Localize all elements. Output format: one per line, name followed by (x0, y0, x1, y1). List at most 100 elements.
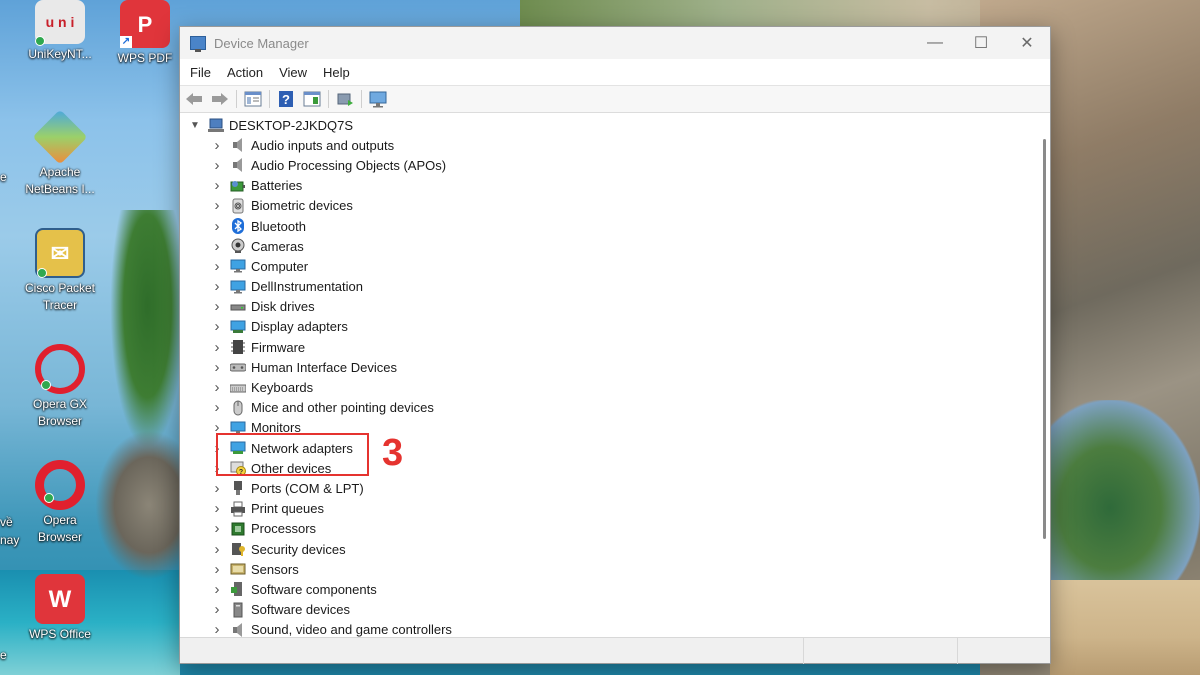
tree-item-keyboards[interactable]: › Keyboards (180, 377, 1042, 397)
desktop-icon-cisco[interactable]: ✉ Cisco Packet Tracer (22, 228, 98, 314)
help-icon[interactable]: ? (276, 89, 296, 109)
scrollbar-thumb[interactable] (1043, 139, 1046, 539)
tree-item-label: DellInstrumentation (251, 279, 363, 295)
minimize-button[interactable]: — (912, 27, 958, 59)
expand-chevron-icon[interactable]: › (210, 480, 224, 497)
desktop-icon-unikey[interactable]: u n i UniKeyNT... (22, 0, 98, 63)
tree-item-processors[interactable]: › Processors (180, 519, 1042, 539)
menu-file[interactable]: File (182, 65, 219, 80)
camera-icon (230, 238, 246, 254)
expand-chevron-icon[interactable]: › (210, 520, 224, 537)
firmware-icon (230, 339, 246, 355)
background-cave (1050, 400, 1200, 580)
highlight-box (216, 433, 369, 476)
tree-item-human-interface-devices[interactable]: › Human Interface Devices (180, 357, 1042, 377)
tree-item-display-adapters[interactable]: › Display adapters (180, 317, 1042, 337)
expand-chevron-icon[interactable]: › (210, 601, 224, 618)
update-driver-icon[interactable] (335, 89, 355, 109)
desktop-partial-label: e (0, 170, 7, 184)
menu-action[interactable]: Action (219, 65, 271, 80)
expand-chevron-icon[interactable]: › (210, 177, 224, 194)
tree-item-disk-drives[interactable]: › Disk drives (180, 297, 1042, 317)
security-icon (230, 541, 246, 557)
port-icon (230, 480, 246, 496)
expand-chevron-icon[interactable]: › (210, 621, 224, 638)
tree-item-batteries[interactable]: › Batteries (180, 176, 1042, 196)
tree-item-computer[interactable]: › Computer (180, 256, 1042, 276)
vertical-scrollbar[interactable] (1040, 115, 1050, 639)
expand-chevron-icon[interactable]: › (210, 238, 224, 255)
expand-chevron-icon[interactable]: › (210, 137, 224, 154)
expand-chevron-icon[interactable]: › (210, 258, 224, 275)
expand-chevron-icon[interactable]: › (210, 278, 224, 295)
tree-item-software-devices[interactable]: › Software devices (180, 600, 1042, 620)
desktop-icon-netbeans[interactable]: Apache NetBeans I... (22, 109, 98, 198)
speaker-icon (230, 157, 246, 173)
keyboard-icon (229, 380, 247, 396)
computer-name: DESKTOP-2JKDQ7S (229, 117, 354, 133)
menu-view[interactable]: View (271, 65, 315, 80)
tree-item-mice-and-other-pointing-devices[interactable]: › Mice and other pointing devices (180, 398, 1042, 418)
title-bar[interactable]: Device Manager — ☐ ✕ (180, 27, 1050, 59)
desktop-icon-wps-office[interactable]: W WPS Office (22, 574, 98, 643)
tree-item-label: Bluetooth (251, 218, 306, 234)
view-pane-icon[interactable] (302, 89, 322, 109)
device-tree: ▼ DESKTOP-2JKDQ7S › Audio inputs and outp… (180, 115, 1042, 639)
collapse-chevron-icon[interactable]: ▼ (188, 120, 202, 131)
tree-item-audio-inputs-and-outputs[interactable]: › Audio inputs and outputs (180, 135, 1042, 155)
back-icon[interactable] (184, 89, 204, 109)
tree-root[interactable]: ▼ DESKTOP-2JKDQ7S (180, 115, 1042, 135)
scan-hardware-icon[interactable] (368, 89, 388, 109)
desktop-icon-opera[interactable]: Opera Browser (22, 460, 98, 546)
expand-chevron-icon[interactable]: › (210, 339, 224, 356)
expand-chevron-icon[interactable]: › (210, 399, 224, 416)
properties-grid-icon[interactable] (243, 89, 263, 109)
maximize-button[interactable]: ☐ (958, 27, 1004, 59)
speaker-icon (230, 137, 246, 153)
opera-gx-icon (35, 344, 85, 394)
forward-icon[interactable] (210, 89, 230, 109)
expand-chevron-icon[interactable]: › (210, 298, 224, 315)
tree-item-bluetooth[interactable]: › Bluetooth (180, 216, 1042, 236)
menu-help[interactable]: Help (315, 65, 358, 80)
expand-chevron-icon[interactable]: › (210, 197, 224, 214)
tree-item-firmware[interactable]: › Firmware (180, 337, 1042, 357)
speaker-icon (230, 622, 246, 638)
tree-item-label: Software devices (251, 602, 350, 618)
device-manager-window: Device Manager — ☐ ✕ File Action View He… (179, 26, 1051, 664)
tree-item-dellinstrumentation[interactable]: › DellInstrumentation (180, 277, 1042, 297)
tree-item-biometric-devices[interactable]: › Biometric devices (180, 196, 1042, 216)
tree-item-security-devices[interactable]: › Security devices (180, 539, 1042, 559)
monitor-icon (230, 258, 246, 274)
expand-chevron-icon[interactable]: › (210, 359, 224, 376)
tree-item-print-queues[interactable]: › Print queues (180, 499, 1042, 519)
desktop-icon-label: Apache NetBeans I... (25, 165, 95, 196)
close-button[interactable]: ✕ (1004, 27, 1050, 59)
desktop-icon-label: Cisco Packet Tracer (24, 281, 96, 312)
tree-item-cameras[interactable]: › Cameras (180, 236, 1042, 256)
tree-item-label: Computer (251, 258, 309, 274)
desktop-icon-opera-gx[interactable]: Opera GX Browser (22, 344, 98, 430)
expand-chevron-icon[interactable]: › (210, 581, 224, 598)
tree-item-label: Firmware (251, 339, 306, 355)
expand-chevron-icon[interactable]: › (210, 157, 224, 174)
tree-item-ports-com-lpt[interactable]: › Ports (COM & LPT) (180, 478, 1042, 498)
tree-item-software-components[interactable]: › Software components (180, 579, 1042, 599)
expand-chevron-icon[interactable]: › (210, 561, 224, 578)
tree-item-label: Mice and other pointing devices (251, 400, 434, 416)
tree-item-label: Audio Processing Objects (APOs) (251, 157, 447, 173)
tree-item-label: Security devices (251, 541, 346, 557)
display-adapter-icon (230, 319, 246, 335)
expand-chevron-icon[interactable]: › (210, 318, 224, 335)
expand-chevron-icon[interactable]: › (210, 379, 224, 396)
tree-item-label: Cameras (251, 238, 304, 254)
processor-icon (230, 521, 246, 537)
desktop-icon-wps-pdf[interactable]: P ↗ WPS PDF (107, 0, 183, 67)
tree-item-sensors[interactable]: › Sensors (180, 559, 1042, 579)
tree-item-audio-processing-objects-apos[interactable]: › Audio Processing Objects (APOs) (180, 155, 1042, 175)
step-number: 3 (382, 432, 404, 474)
expand-chevron-icon[interactable]: › (210, 218, 224, 235)
expand-chevron-icon[interactable]: › (210, 541, 224, 558)
desktop-icon-label: Opera GX Browser (32, 397, 88, 428)
expand-chevron-icon[interactable]: › (210, 500, 224, 517)
